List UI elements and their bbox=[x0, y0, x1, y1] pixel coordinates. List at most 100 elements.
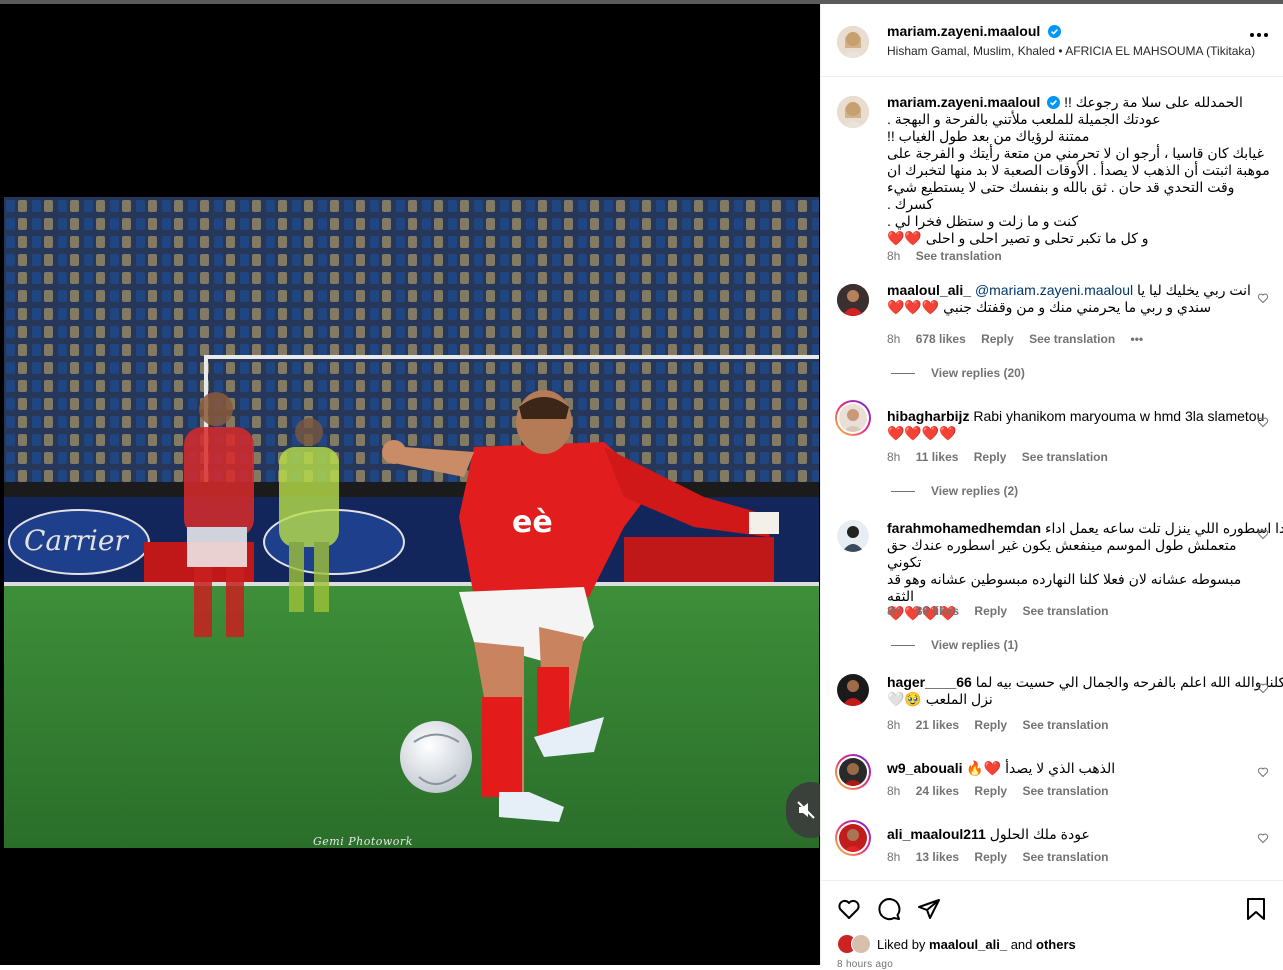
comment-username[interactable]: hager____66 bbox=[887, 674, 972, 690]
view-replies-button[interactable]: View replies (1) bbox=[891, 638, 1018, 652]
view-replies-button[interactable]: View replies (20) bbox=[891, 366, 1025, 380]
post-media[interactable]: Carrier eè Gemi Photowork bbox=[0, 4, 820, 965]
see-translation-link[interactable]: See translation bbox=[1022, 784, 1108, 798]
divider-line bbox=[891, 490, 915, 492]
caption-line: و كل ما تكبر تحلى و تصير احلى و احلى ❤️❤… bbox=[887, 230, 1149, 246]
view-replies-label: View replies (2) bbox=[931, 484, 1019, 498]
comment-avatar[interactable] bbox=[835, 754, 871, 790]
comment-likes[interactable]: 678 likes bbox=[916, 332, 966, 346]
liked-by-user[interactable]: maaloul_ali_ bbox=[929, 937, 1007, 952]
see-translation-link[interactable]: See translation bbox=[1022, 850, 1108, 864]
comment-text-line: مبسوطه عشانه لان فعلا كلنا النهارده مبسو… bbox=[887, 571, 1242, 604]
like-comment-icon[interactable] bbox=[1257, 292, 1269, 304]
view-replies-label: View replies (1) bbox=[931, 638, 1019, 652]
like-comment-icon[interactable] bbox=[1257, 682, 1269, 694]
verified-badge-icon bbox=[1047, 25, 1061, 38]
author-avatar-image bbox=[837, 26, 869, 58]
comment-text-line: سندي و ربي ما يحرمني منك و من وقفتك جنبي… bbox=[887, 299, 1212, 315]
liked-by-prefix: Liked by bbox=[877, 937, 930, 952]
caption-line: الحمدلله على سلا مة رجوعك !! bbox=[1064, 94, 1243, 110]
comment-username[interactable]: maaloul_ali_ bbox=[887, 282, 971, 298]
verified-badge-icon bbox=[1047, 96, 1061, 109]
reply-button[interactable]: Reply bbox=[974, 718, 1007, 732]
comment-username[interactable]: ali_maaloul211 bbox=[887, 826, 986, 842]
caption-line: ممتنة لرؤياك من بعد طول الغياب !! bbox=[887, 128, 1090, 144]
like-comment-icon[interactable] bbox=[1257, 416, 1269, 428]
mention-link[interactable]: @mariam.zayeni.maaloul bbox=[975, 282, 1133, 298]
reply-button[interactable]: Reply bbox=[974, 784, 1007, 798]
see-translation-link[interactable]: See translation bbox=[1022, 450, 1108, 464]
comment-text: عودة ملك الحلول bbox=[989, 826, 1090, 842]
comment-time: 8h bbox=[887, 718, 901, 732]
caption-line: كنت و ما زلت و ستظل فخرا لي . bbox=[887, 213, 1079, 229]
comment-text: Rabi yhanikom maryouma w hmd 3la slameto… bbox=[973, 408, 1265, 424]
comment-text-line: ❤️❤️❤️❤️ bbox=[887, 425, 957, 441]
comment-avatar[interactable] bbox=[837, 284, 869, 316]
see-translation-link[interactable]: See translation bbox=[916, 249, 1002, 263]
caption-line: غيابك كان قاسيا ، أرجو ان لا تحرمني من م… bbox=[887, 145, 1264, 161]
post-actions-bar bbox=[821, 880, 1283, 965]
post-side-panel: mariam.zayeni.maaloul Hisham Gamal, Musl… bbox=[820, 4, 1283, 970]
audio-label[interactable]: Hisham Gamal, Muslim, Khaled • AFRICIA E… bbox=[887, 44, 1255, 58]
see-translation-link[interactable]: See translation bbox=[1022, 604, 1108, 618]
comment-likes[interactable]: 21 likes bbox=[916, 718, 959, 732]
comment-avatar[interactable] bbox=[835, 400, 871, 436]
like-comment-icon[interactable] bbox=[1257, 832, 1269, 844]
see-translation-link[interactable]: See translation bbox=[1022, 718, 1108, 732]
divider-line bbox=[891, 644, 915, 646]
liked-by-suffix: and bbox=[1007, 937, 1037, 952]
reply-button[interactable]: Reply bbox=[974, 604, 1007, 618]
like-comment-icon[interactable] bbox=[1257, 528, 1269, 540]
svg-text:eè: eè bbox=[512, 505, 553, 540]
comment-text-line: متعملش طول الموسم مينفعش يكون غير اسطوره… bbox=[887, 537, 1237, 570]
share-send-icon[interactable] bbox=[917, 897, 941, 921]
comment-username[interactable]: w9_abouali bbox=[887, 760, 962, 776]
comment-text: كلنا والله الله اعلم بالفرحه والجمال الي… bbox=[975, 674, 1283, 690]
comment-username[interactable]: farahmohamedhemdan bbox=[887, 520, 1041, 536]
liked-by-avatars[interactable] bbox=[837, 934, 877, 954]
author-username[interactable]: mariam.zayeni.maaloul bbox=[887, 23, 1040, 39]
comment-likes[interactable]: 11 likes bbox=[916, 450, 959, 464]
photo-watermark: Gemi Photowork bbox=[313, 835, 413, 848]
caption-line: وقت التحدي قد حان . ثق بالله و بنفسك حتى… bbox=[887, 179, 1235, 212]
comment-likes[interactable]: 24 likes bbox=[916, 784, 959, 798]
comment-avatar[interactable] bbox=[835, 820, 871, 856]
see-translation-link[interactable]: See translation bbox=[1029, 332, 1115, 346]
comment-avatar[interactable] bbox=[837, 674, 869, 706]
like-comment-icon[interactable] bbox=[1257, 766, 1269, 778]
view-replies-label: View replies (20) bbox=[931, 366, 1025, 380]
like-heart-icon[interactable] bbox=[837, 897, 861, 921]
comment-text: دا اسطوره اللي ينزل تلت ساعه يعمل اداء bbox=[1044, 520, 1283, 536]
comment-likes[interactable]: 89 likes bbox=[916, 604, 959, 618]
caption-line: موهبة اثبتت أن الذهب لا يصدأ . الأوقات ا… bbox=[887, 162, 1270, 178]
save-bookmark-icon[interactable] bbox=[1245, 897, 1267, 921]
post-header: mariam.zayeni.maaloul Hisham Gamal, Musl… bbox=[821, 4, 1283, 77]
comment-time: 8h bbox=[887, 850, 901, 864]
comment-username[interactable]: hibagharbijz bbox=[887, 408, 969, 424]
comment-text: انت ربي يخليك ليا يا bbox=[1136, 282, 1251, 298]
reply-button[interactable]: Reply bbox=[981, 332, 1014, 346]
comment-avatar[interactable] bbox=[837, 520, 869, 552]
caption-avatar[interactable] bbox=[837, 96, 869, 128]
reply-button[interactable]: Reply bbox=[974, 850, 1007, 864]
reply-button[interactable]: Reply bbox=[974, 450, 1007, 464]
comment-likes[interactable]: 13 likes bbox=[916, 850, 959, 864]
liked-avatar bbox=[851, 934, 871, 954]
speaker-muted-icon bbox=[797, 801, 815, 819]
author-avatar[interactable] bbox=[837, 26, 869, 58]
view-replies-button[interactable]: View replies (2) bbox=[891, 484, 1018, 498]
comment-time: 8h bbox=[887, 604, 901, 618]
comment-time: 8h bbox=[887, 332, 901, 346]
comment-text-line: نزل الملعب 🥹🤍 bbox=[887, 691, 993, 707]
divider-line bbox=[891, 372, 915, 374]
liked-by-others[interactable]: others bbox=[1036, 937, 1076, 952]
caption-username[interactable]: mariam.zayeni.maaloul bbox=[887, 94, 1040, 110]
liked-by-text: Liked by maaloul_ali_ and others bbox=[877, 937, 1076, 952]
comment-bubble-icon[interactable] bbox=[877, 897, 901, 921]
comment-time: 8h bbox=[887, 784, 901, 798]
more-options-icon[interactable] bbox=[1249, 32, 1269, 38]
comment-options-button[interactable]: ••• bbox=[1131, 332, 1144, 346]
post-photo[interactable]: Carrier eè bbox=[4, 197, 819, 848]
comment-time: 8h bbox=[887, 450, 901, 464]
comment-text: الذهب الذي لا يصدأ ❤️🔥 bbox=[966, 760, 1116, 776]
